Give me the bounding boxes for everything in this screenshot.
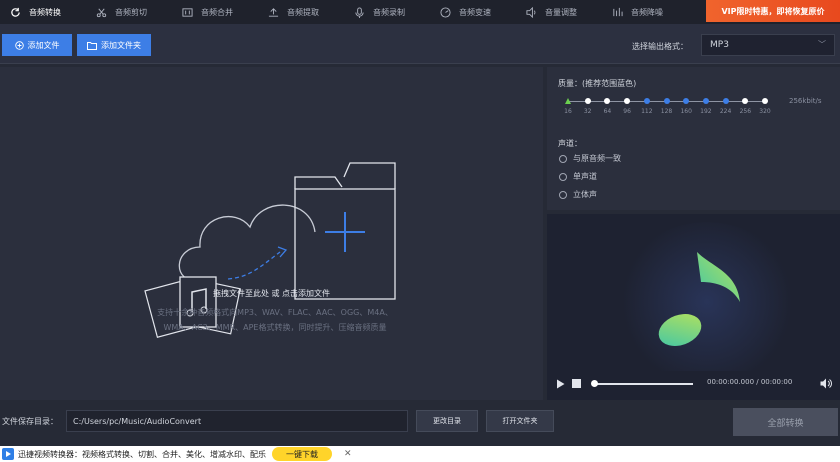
channel-title: 声道： [558,139,582,148]
progress-thumb[interactable] [591,380,598,387]
speed-icon [440,6,451,18]
close-icon[interactable]: ✕ [344,449,352,459]
radio-label: 立体声 [573,190,597,199]
microphone-icon [355,6,364,18]
tab-audio-speed[interactable]: 音频变速 [430,0,516,24]
quality-tick-label: 128 [660,108,673,115]
footer-ad-text: 迅捷视频转换器：视频格式转换、切割、合并、美化、增减水印、配乐 [18,449,266,459]
open-folder-button[interactable]: 打开文件夹 [486,410,554,432]
tab-label: 音频剪切 [115,7,147,17]
music-note-icon [658,252,740,346]
footer-ad-bar: 迅捷视频转换器：视频格式转换、切割、合并、美化、增减水印、配乐 一键下载 ✕ [0,446,840,462]
progress-track[interactable] [593,383,693,385]
quality-tick-label: 192 [700,108,712,115]
quality-tick-label: 16 [564,108,572,115]
quality-title: 质量：(推荐范围蓝色) [558,79,637,88]
volume-icon [526,6,536,18]
quality-tick-label: 112 [641,108,653,115]
quality-tick-dot[interactable] [702,98,709,104]
quality-tick-label: 96 [623,108,631,115]
app-logo-icon [2,448,14,460]
radio-circle-icon [559,172,567,181]
drop-zone[interactable]: 拖拽文件至此处 或 点击添加文件 支持十余种音频格式向MP3、WAV、FLAC、… [0,67,543,400]
add-folder-label: 添加文件夹 [101,40,141,50]
vip-banner[interactable]: VIP限时特惠，即将恢复原价 [706,0,840,22]
radio-channel-same[interactable]: 与原音频一致 [559,153,621,164]
quality-tick-label: 320 [759,108,771,115]
radio-circle-icon [559,154,567,163]
save-path-field[interactable]: C:/Users/pc/Music/AudioConvert [66,410,408,432]
drop-sub-line-1: 支持十余种音频格式向MP3、WAV、FLAC、AAC、OGG、M4A、 [157,308,393,317]
radio-label: 单声道 [573,172,597,181]
chevron-down-icon: ﹀ [818,40,826,49]
format-value: MP3 [710,40,729,50]
tab-audio-cut[interactable]: 音频剪切 [86,0,172,24]
scissors-icon [96,8,107,17]
tab-label: 音频录制 [373,7,405,17]
time-display: 00:00:00.000 / 00:00:00 [707,378,793,386]
tab-label: 音频提取 [287,7,319,17]
tab-audio-record[interactable]: 音频录制 [344,0,430,24]
convert-all-button[interactable]: 全部转换 [733,408,838,436]
add-file-button[interactable]: 添加文件 [2,34,72,56]
drop-sub-text: 支持十余种音频格式向MP3、WAV、FLAC、AAC、OGG、M4A、 WMA、… [130,305,420,335]
quality-tick-label: 224 [719,108,732,115]
add-file-label: 添加文件 [27,40,60,50]
radio-circle-icon [559,190,567,199]
play-icon[interactable] [556,379,565,389]
format-select[interactable]: MP3 ﹀ [701,34,835,56]
quality-tick-dot[interactable] [762,98,768,104]
tab-noise-reduce[interactable]: 音频降噪 [602,0,688,24]
refresh-icon [11,7,20,17]
tab-audio-merge[interactable]: 音频合并 [172,0,258,24]
drop-main-text: 拖拽文件至此处 或 点击添加文件 [212,289,331,298]
download-button[interactable]: 一键下载 [272,447,332,461]
quality-value: 256kbit/s [789,97,822,105]
tab-label: 音频变速 [459,7,491,17]
quality-tick-dot[interactable] [584,98,591,104]
equalizer-icon [613,7,623,16]
radio-label: 与原音频一致 [573,154,621,163]
folder-icon [87,41,97,50]
volume-icon[interactable] [820,378,832,389]
quality-tick-label: 64 [603,108,612,115]
quality-tick-label: 32 [583,108,592,115]
upload-icon [268,7,279,17]
tab-label: 音频合并 [201,7,233,17]
quality-tick-dot[interactable] [643,98,650,104]
quality-tick-dot[interactable] [722,98,729,104]
add-folder-button[interactable]: 添加文件夹 [77,34,151,56]
drop-sub-line-2: WMA、AC3、MMR、APE格式转换，同时提升、压缩音频质量 [163,323,387,332]
save-dir-label: 文件保存目录： [2,417,58,426]
radio-channel-stereo[interactable]: 立体声 [559,189,597,200]
quality-tick-label: 160 [680,108,692,115]
tab-label: 音频转换 [29,7,61,17]
stop-icon[interactable] [572,379,581,388]
tab-audio-extract[interactable]: 音频提取 [258,0,344,24]
quality-tick-dot[interactable] [565,98,571,104]
quality-tick-label: 256 [739,108,752,115]
quality-tick-dot[interactable] [663,98,670,104]
format-label: 选择输出格式： [632,42,688,51]
tab-label: 音量调整 [545,7,577,17]
change-dir-button[interactable]: 更改目录 [416,410,478,432]
tab-audio-convert[interactable]: 音频转换 [0,0,86,24]
tab-volume-adjust[interactable]: 音量调整 [516,0,602,24]
player-bar [547,371,840,400]
tab-label: 音频降噪 [631,7,663,17]
merge-icon [182,7,193,17]
plus-circle-icon [14,40,24,50]
radio-channel-mono[interactable]: 单声道 [559,171,597,182]
